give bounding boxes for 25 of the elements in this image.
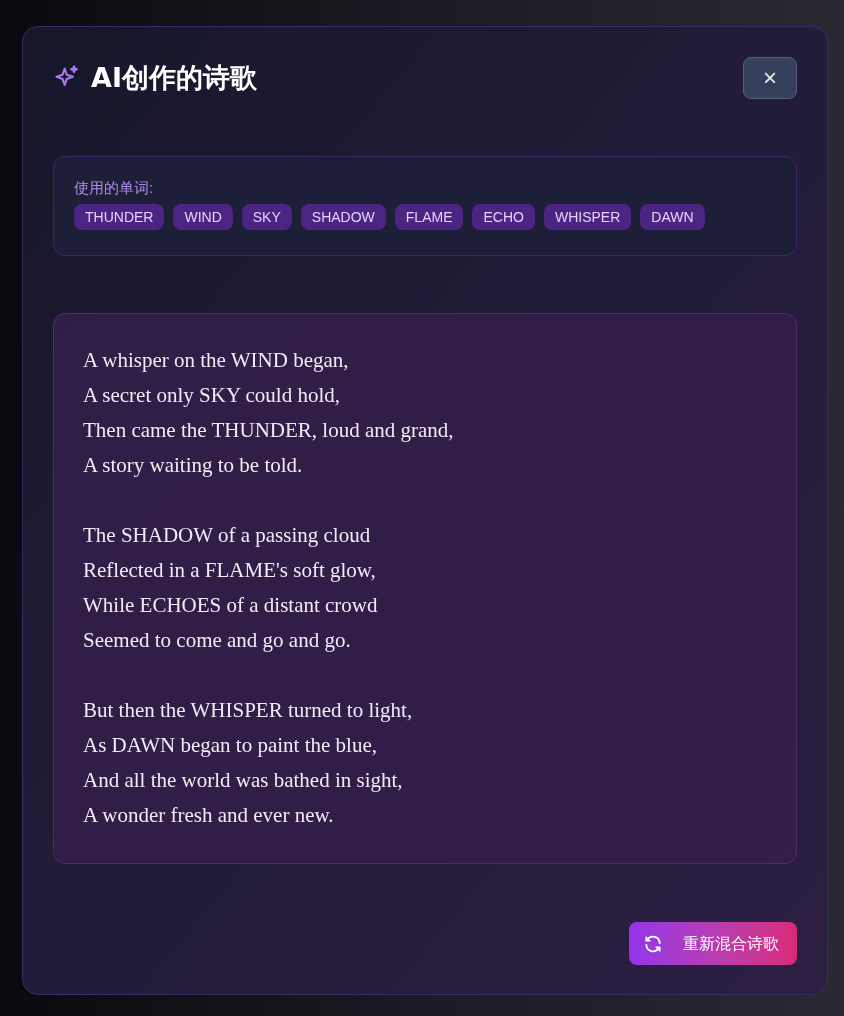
- word-tag: THUNDER: [74, 204, 165, 230]
- poem-line: A secret only SKY could hold,: [83, 382, 341, 409]
- poem-line: A wonder fresh and ever new.: [83, 802, 334, 829]
- word-tag: WIND: [173, 204, 233, 230]
- refresh-icon: [643, 933, 663, 954]
- poem-line: The SHADOW of a passing cloud: [83, 522, 371, 549]
- poem-line: A whisper on the WIND began,: [83, 347, 349, 374]
- remix-button[interactable]: 重新混合诗歌: [629, 922, 797, 965]
- word-tag: FLAME: [394, 204, 464, 230]
- word-tag: WHISPER: [543, 204, 632, 230]
- words-label: 使用的单词:: [74, 178, 155, 198]
- poem-line: As DAWN began to paint the blue,: [83, 732, 377, 759]
- word-tag: ECHO: [472, 204, 535, 230]
- poem-line: Then came the THUNDER, loud and grand,: [83, 417, 454, 444]
- word-tag: DAWN: [640, 204, 705, 230]
- poem-line: A story waiting to be told.: [83, 452, 303, 479]
- dialog-title: AI创作的诗歌: [91, 60, 257, 95]
- word-tag: SKY: [241, 204, 292, 230]
- poem-line: Seemed to come and go and go.: [83, 627, 351, 654]
- close-button[interactable]: ×: [743, 57, 797, 99]
- word-tag: SHADOW: [300, 204, 386, 230]
- poem-line: And all the world was bathed in sight,: [83, 767, 403, 794]
- poem-line: But then the WHISPER turned to light,: [83, 697, 413, 724]
- poem-line: Reflected in a FLAME's soft glow,: [83, 557, 376, 584]
- poem-line: While ECHOES of a distant crowd: [83, 592, 378, 619]
